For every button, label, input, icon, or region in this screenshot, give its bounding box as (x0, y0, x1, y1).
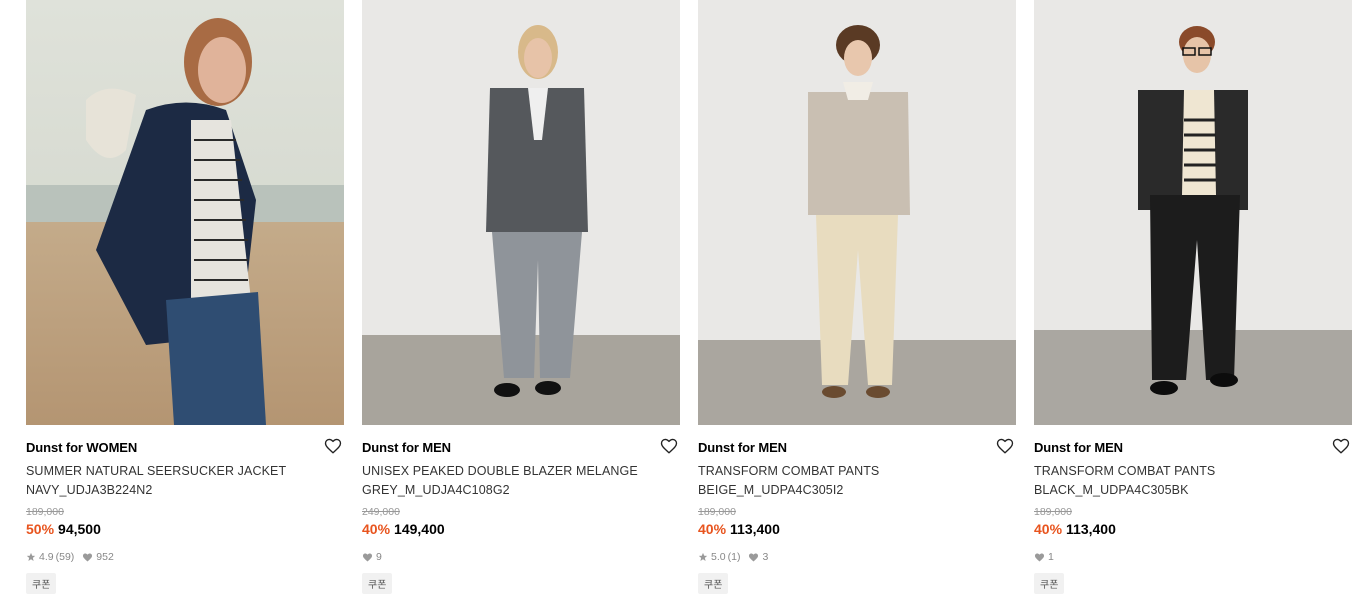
likes-count: 9 (376, 551, 382, 563)
product-code-line: BLACK_M_UDPA4C305BK (1034, 482, 1189, 497)
product-brand[interactable]: Dunst for WOMEN (26, 440, 137, 455)
discount-rate: 50% (26, 521, 55, 537)
heart-filled-icon (362, 553, 373, 562)
likes-count: 952 (96, 551, 114, 563)
likes-group: 1 (1034, 551, 1054, 563)
product-meta: 4.9 (59) 952 (26, 551, 122, 563)
product-image[interactable] (362, 0, 680, 425)
coupon-badge: 쿠폰 (26, 573, 57, 594)
product-name[interactable]: SUMMER NATURAL SEERSUCKER JACKET NAVY_UD… (26, 462, 326, 499)
heart-outline-icon[interactable] (324, 437, 342, 455)
sale-price: 113,400 (730, 521, 780, 537)
sale-price: 94,500 (58, 521, 101, 537)
product-image[interactable] (26, 0, 344, 425)
product-card[interactable]: Dunst for WOMEN SUMMER NATURAL SEERSUCKE… (26, 0, 344, 599)
likes-count: 3 (762, 551, 769, 563)
product-name-line: SUMMER NATURAL SEERSUCKER JACKET (26, 464, 287, 478)
product-brand[interactable]: Dunst for MEN (698, 440, 787, 455)
heart-filled-icon (83, 553, 93, 562)
sale-price: 113,400 (1066, 521, 1116, 537)
heart-outline-icon[interactable] (996, 437, 1014, 455)
discount-rate: 40% (1034, 521, 1063, 537)
likes-group: 952 (82, 551, 114, 563)
sale-price: 149,400 (394, 521, 445, 537)
product-name[interactable]: TRANSFORM COMBAT PANTS BLACK_M_UDPA4C305… (1034, 462, 1334, 499)
coupon-badge: 쿠폰 (362, 573, 393, 594)
original-price: 189,000 (1034, 506, 1072, 518)
product-image[interactable] (1034, 0, 1352, 425)
coupon-badge: 쿠폰 (698, 573, 729, 594)
product-code-line: NAVY_UDJA3B224N2 (26, 482, 153, 497)
discount-rate: 40% (698, 521, 727, 537)
rating-value: 5.0 (711, 551, 726, 563)
price-row: 40% 113,400 (1034, 521, 1116, 537)
product-meta: 5.0 (1) 3 (698, 551, 776, 563)
price-row: 40% 113,400 (698, 521, 780, 537)
heart-outline-icon[interactable] (660, 437, 678, 455)
rating-value: 4.9 (39, 551, 54, 563)
review-count: (1) (727, 551, 741, 563)
original-price: 249,000 (362, 506, 400, 518)
product-grid: Dunst for WOMEN SUMMER NATURAL SEERSUCKE… (0, 0, 1356, 599)
likes-group: 3 (748, 551, 768, 563)
product-image[interactable] (698, 0, 1016, 425)
product-name-line: TRANSFORM COMBAT PANTS (1034, 464, 1216, 478)
original-price: 189,000 (26, 506, 64, 518)
discount-rate: 40% (362, 521, 391, 537)
heart-filled-icon (749, 553, 759, 562)
product-card[interactable]: Dunst for MEN TRANSFORM COMBAT PANTS BLA… (1034, 0, 1352, 599)
coupon-badge: 쿠폰 (1034, 573, 1065, 594)
likes-group: 9 (362, 551, 382, 563)
rating-group: 5.0 (1) (698, 551, 740, 563)
likes-count: 1 (1048, 551, 1054, 563)
heart-outline-icon[interactable] (1332, 437, 1350, 455)
star-icon (698, 552, 708, 561)
price-row: 40% 149,400 (362, 521, 445, 537)
product-card[interactable]: Dunst for MEN TRANSFORM COMBAT PANTS BEI… (698, 0, 1016, 599)
star-icon (26, 552, 36, 561)
product-name[interactable]: UNISEX PEAKED DOUBLE BLAZER MELANGE GREY… (362, 462, 662, 499)
product-meta: 9 (362, 551, 390, 563)
product-name[interactable]: TRANSFORM COMBAT PANTS BEIGE_M_UDPA4C305… (698, 462, 998, 499)
product-name-line: TRANSFORM COMBAT PANTS (698, 464, 880, 478)
product-brand[interactable]: Dunst for MEN (1034, 440, 1123, 455)
product-code-line: GREY_M_UDJA4C108G2 (362, 482, 510, 497)
product-brand[interactable]: Dunst for MEN (362, 440, 451, 455)
product-code-line: BEIGE_M_UDPA4C305I2 (698, 482, 844, 497)
original-price: 189,000 (698, 506, 736, 518)
product-meta: 1 (1034, 551, 1062, 563)
product-card[interactable]: Dunst for MEN UNISEX PEAKED DOUBLE BLAZE… (362, 0, 680, 599)
price-row: 50% 94,500 (26, 521, 101, 537)
rating-group: 4.9 (59) (26, 551, 74, 563)
heart-filled-icon (1034, 553, 1045, 562)
product-name-line: UNISEX PEAKED DOUBLE BLAZER MELANGE (362, 464, 638, 478)
review-count: (59) (55, 551, 75, 563)
